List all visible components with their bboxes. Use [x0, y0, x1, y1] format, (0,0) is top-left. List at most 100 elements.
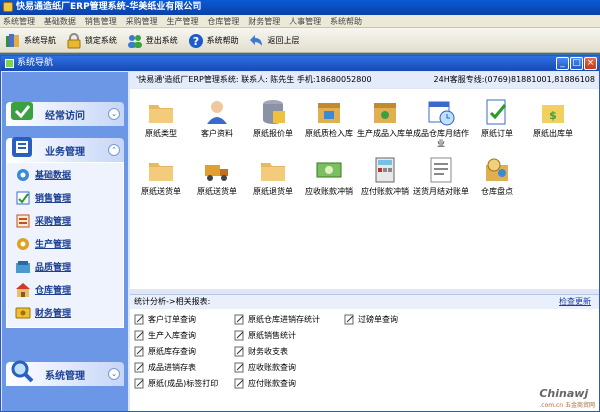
system-navigation-button[interactable]: 系统导航 [4, 28, 56, 52]
lock-system-button[interactable]: 锁定系统 [65, 28, 117, 52]
money-icon [316, 162, 342, 178]
menu-system[interactable]: 系统管理 [0, 15, 38, 27]
help-icon: ? [187, 32, 205, 50]
reports-title: 统计分析->相关报表: [134, 297, 211, 306]
menu-purchase[interactable]: 采购管理 [123, 15, 161, 27]
menu-basic-data[interactable]: 基础数据 [41, 15, 79, 27]
tile-quality-inbound[interactable]: 原纸质检入库 [300, 95, 358, 149]
help-button[interactable]: ? 系统帮助 [187, 28, 239, 52]
quality-icon [16, 260, 30, 273]
users-logout-icon [126, 32, 144, 50]
tile-payable-writeoff[interactable]: 应付账款冲销 [356, 153, 414, 207]
minimize-button[interactable]: _ [556, 57, 569, 70]
report-link[interactable]: 原纸库存查询 [134, 344, 196, 358]
section-business[interactable]: 业务管理 ⌃ [6, 137, 124, 162]
logout-button[interactable]: 登出系统 [126, 28, 178, 52]
reports-header: 统计分析->相关报表: 检查更新 [130, 295, 599, 309]
report-link[interactable]: 原纸销售统计 [234, 328, 296, 342]
folder-icon [149, 163, 173, 181]
watermark-logo: Chinawj .com.cn 五金商贸网 [539, 387, 595, 409]
sidebar-item-sales[interactable]: 销售管理 [7, 186, 123, 209]
edit-document-icon [234, 330, 244, 340]
menu-sales[interactable]: 销售管理 [82, 15, 120, 27]
toolbar: 系统导航 锁定系统 登出系统 ? 系统帮助 返回上层 [0, 28, 600, 53]
box-icon [318, 103, 340, 123]
sidebar: 经常访问 ⌄ 业务管理 ⌃ 基础数据 销售管理 采购管理 生产管理 品质管理 仓… [2, 72, 128, 411]
sidebar-item-basic-data[interactable]: 基础数据 [7, 163, 123, 186]
tile-delivery-note-1[interactable]: 原纸送货单 [132, 153, 190, 207]
tile-monthly-closing[interactable]: 成品仓库月结作业 [412, 95, 470, 149]
sidebar-item-production[interactable]: 生产管理 [7, 232, 123, 255]
report-link[interactable]: 应付账款查询 [234, 376, 296, 390]
tile-product-inbound[interactable]: 生产成品入库单 [356, 95, 414, 149]
sidebar-item-purchase[interactable]: 采购管理 [7, 209, 123, 232]
section-frequent[interactable]: 经常访问 ⌄ [6, 102, 124, 126]
back-button[interactable]: 返回上层 [248, 28, 300, 52]
tile-return-note[interactable]: 原纸退货单 [244, 153, 302, 207]
menu-help[interactable]: 系统帮助 [327, 15, 365, 27]
maximize-button[interactable]: □ [570, 57, 583, 70]
sidebar-item-warehouse[interactable]: 仓库管理 [7, 278, 123, 301]
tile-receivable-writeoff[interactable]: 应收账款冲销 [300, 153, 358, 207]
report-link[interactable]: 客户订单查询 [134, 312, 196, 326]
edit-document-icon [234, 346, 244, 356]
chevron-down-icon[interactable]: ⌄ [108, 368, 120, 380]
tile-customer[interactable]: 客户资料 [188, 95, 246, 149]
database-icon [263, 100, 285, 124]
delivery-truck-icon [205, 165, 228, 181]
main-content: '快易通'造纸厂ERP管理系统: 联系人: 陈先生 手机:18680052800… [130, 72, 599, 411]
app-icon [3, 2, 13, 12]
check-update-link[interactable]: 检查更新 [559, 295, 591, 309]
frequent-access-icon [11, 102, 33, 120]
sidebar-item-quality[interactable]: 品质管理 [7, 255, 123, 278]
edit-document-icon [134, 314, 144, 324]
back-arrow-icon [248, 32, 266, 50]
production-gear-icon [17, 237, 29, 250]
report-link[interactable]: 原纸(成品)标签打印 [134, 376, 218, 390]
tile-monthly-statement[interactable]: 送货月结对账单 [412, 153, 470, 207]
stocktaking-icon [486, 158, 508, 181]
edit-document-icon [234, 378, 244, 388]
svg-text:$: $ [549, 109, 557, 122]
sidebar-item-finance[interactable]: 财务管理 [7, 301, 123, 324]
tile-stocktaking[interactable]: 仓库盘点 [468, 153, 526, 207]
window-icon [5, 59, 14, 68]
navigation-icon [4, 32, 22, 50]
tile-price-quote[interactable]: 原纸报价单 [244, 95, 302, 149]
folder-icon [149, 105, 173, 123]
window-title: 系统导航 [17, 58, 54, 68]
system-search-icon [11, 360, 34, 383]
tile-paper-order[interactable]: 原纸订单 [468, 95, 526, 149]
report-link[interactable]: 原纸仓库进销存统计 [234, 312, 320, 326]
outbound-icon: $ [542, 105, 564, 123]
report-link[interactable]: 生产入库查询 [134, 328, 196, 342]
inbound-box-icon [374, 103, 396, 123]
sales-icon [16, 191, 30, 204]
menu-hr[interactable]: 人事管理 [286, 15, 324, 27]
svg-text:?: ? [192, 35, 198, 48]
menu-production[interactable]: 生产管理 [164, 15, 202, 27]
tile-delivery-note-2[interactable]: 原纸送货单 [188, 153, 246, 207]
tile-paper-outbound[interactable]: $ 原纸出库单 [524, 95, 582, 149]
menu-warehouse[interactable]: 仓库管理 [204, 15, 242, 27]
menu-finance[interactable]: 财务管理 [245, 15, 283, 27]
business-management-icon [12, 137, 32, 157]
order-icon [486, 99, 507, 125]
edit-document-icon [134, 378, 144, 388]
edit-document-icon [134, 362, 144, 372]
chevron-up-icon[interactable]: ⌃ [108, 144, 120, 156]
section-system[interactable]: 系统管理 ⌄ [6, 360, 124, 386]
navigation-window: 系统导航 _ □ × 经常访问 ⌄ 业务管理 ⌃ 基础数据 销售管理 采购管理 … [0, 55, 600, 412]
tile-paper-type[interactable]: 原纸类型 [132, 95, 190, 149]
statement-icon [430, 157, 452, 183]
contact-info-bar: '快易通'造纸厂ERP管理系统: 联系人: 陈先生 手机:18680052800… [130, 72, 599, 88]
report-link[interactable]: 应收账款查询 [234, 360, 296, 374]
report-link[interactable]: 过磅单查询 [344, 312, 398, 326]
report-link[interactable]: 成品进销存表 [134, 360, 196, 374]
edit-document-icon [134, 330, 144, 340]
close-button[interactable]: × [584, 57, 597, 70]
report-link[interactable]: 财务收支表 [234, 344, 288, 358]
customer-icon [207, 101, 227, 124]
chevron-down-icon[interactable]: ⌄ [108, 108, 120, 120]
business-items: 基础数据 销售管理 采购管理 生产管理 品质管理 仓库管理 财务管理 [6, 162, 124, 328]
